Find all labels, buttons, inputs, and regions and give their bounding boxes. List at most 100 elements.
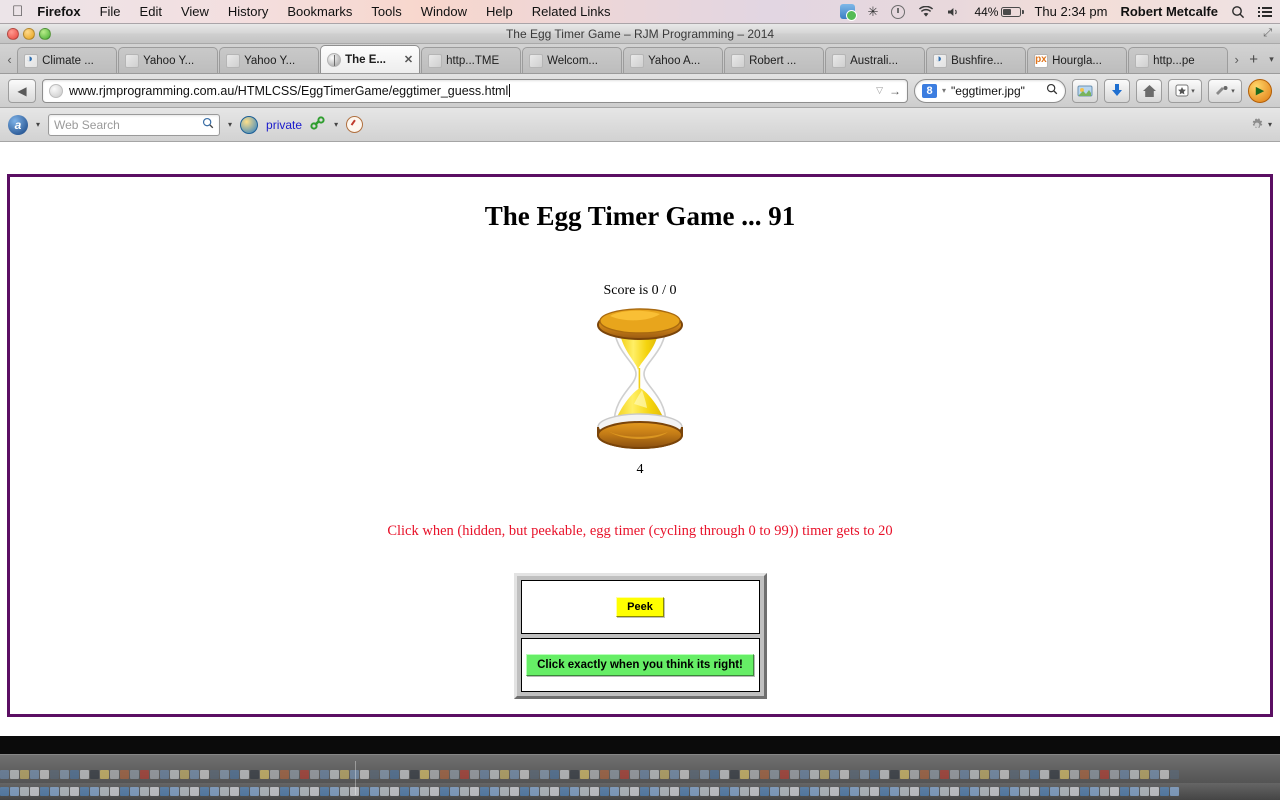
dock-item[interactable] — [1090, 770, 1099, 779]
dock-item[interactable] — [10, 770, 19, 779]
dock-item[interactable] — [540, 770, 549, 779]
dock-item[interactable] — [450, 770, 459, 779]
menu-item-help[interactable]: Help — [486, 4, 513, 19]
dock-item[interactable] — [1040, 770, 1049, 779]
tab-bushfire[interactable]: Bushfire... — [926, 47, 1027, 73]
tab-egg-timer-game[interactable]: The E... ✕ — [320, 45, 421, 73]
dock-item[interactable] — [110, 770, 119, 779]
dock-item[interactable] — [880, 770, 889, 779]
time-machine-icon[interactable] — [891, 4, 906, 19]
dock-item[interactable] — [80, 770, 89, 779]
dock-item[interactable] — [340, 770, 349, 779]
dock-item[interactable] — [560, 770, 569, 779]
dock-item[interactable] — [570, 770, 579, 779]
dock-item[interactable] — [730, 770, 739, 779]
dock-item[interactable] — [430, 770, 439, 779]
dock-item[interactable] — [150, 770, 159, 779]
dock-item[interactable] — [1170, 770, 1179, 779]
downloads-icon[interactable] — [1104, 78, 1130, 103]
menu-item-history[interactable]: History — [228, 4, 268, 19]
chevron-down-icon[interactable]: ▾ — [228, 120, 232, 129]
new-tab-button[interactable]: + — [1244, 45, 1263, 73]
private-link[interactable]: private — [266, 118, 302, 132]
dock-item[interactable] — [650, 770, 659, 779]
dock-item[interactable] — [630, 770, 639, 779]
dock-item[interactable] — [620, 770, 629, 779]
dock-item[interactable] — [920, 770, 929, 779]
back-button[interactable]: ◀ — [8, 78, 36, 103]
dock-item[interactable] — [900, 770, 909, 779]
dock-item[interactable] — [770, 770, 779, 779]
mac-dock[interactable] — [0, 754, 1280, 800]
dock-item[interactable] — [970, 770, 979, 779]
dock-item[interactable] — [690, 770, 699, 779]
volume-icon[interactable] — [947, 6, 961, 18]
tab-scroll-left-button[interactable]: ‹ — [2, 45, 17, 73]
addons-icon[interactable]: ▾ — [1208, 78, 1242, 103]
apple-icon[interactable]:  — [12, 4, 23, 19]
dock-item[interactable] — [530, 770, 539, 779]
dock-item[interactable] — [380, 770, 389, 779]
dock-item[interactable] — [800, 770, 809, 779]
menu-item-tools[interactable]: Tools — [371, 4, 401, 19]
dock-item[interactable] — [660, 770, 669, 779]
chevron-down-icon[interactable]: ▽ — [876, 85, 883, 96]
dock-item[interactable] — [680, 770, 689, 779]
dock-item[interactable] — [910, 770, 919, 779]
dock-item[interactable] — [600, 770, 609, 779]
dock-item[interactable] — [130, 770, 139, 779]
link-icon[interactable] — [310, 116, 326, 133]
dock-item[interactable] — [490, 770, 499, 779]
dock-item[interactable] — [60, 770, 69, 779]
address-bar[interactable]: www.rjmprogramming.com.au/HTMLCSS/EggTim… — [42, 78, 908, 103]
search-bar[interactable]: 8 ▾ "eggtimer.jpg" — [914, 78, 1066, 103]
notification-center-icon[interactable] — [1258, 6, 1272, 18]
dock-item[interactable] — [1060, 770, 1069, 779]
google-icon[interactable]: 8 — [922, 83, 937, 98]
home-icon[interactable] — [1136, 78, 1162, 103]
dock-item[interactable] — [200, 770, 209, 779]
dock-item[interactable] — [510, 770, 519, 779]
tab-yahoo-2[interactable]: Yahoo Y... — [219, 47, 320, 73]
tab-http-pe[interactable]: http...pe — [1128, 47, 1229, 73]
tab-hourglass[interactable]: Hourgla... — [1027, 47, 1128, 73]
dock-item[interactable] — [180, 770, 189, 779]
tab-yahoo-1[interactable]: Yahoo Y... — [118, 47, 219, 73]
dock-item[interactable] — [1030, 770, 1039, 779]
close-window-button[interactable] — [7, 28, 19, 40]
dock-item[interactable] — [1130, 770, 1139, 779]
dock-item[interactable] — [360, 770, 369, 779]
dock-item[interactable] — [50, 770, 59, 779]
search-icon[interactable] — [202, 117, 214, 132]
menu-item-bookmarks[interactable]: Bookmarks — [287, 4, 352, 19]
dock-item[interactable] — [750, 770, 759, 779]
dock-item[interactable] — [20, 770, 29, 779]
dock-item[interactable] — [1150, 770, 1159, 779]
dock-item[interactable] — [390, 770, 399, 779]
dock-item[interactable] — [120, 770, 129, 779]
dropbox-icon[interactable] — [839, 4, 857, 21]
search-icon[interactable] — [1231, 5, 1245, 19]
dock-item[interactable] — [890, 770, 899, 779]
dock-item[interactable] — [550, 770, 559, 779]
menu-item-related-links[interactable]: Related Links — [532, 4, 611, 19]
dock-item[interactable] — [330, 770, 339, 779]
user-name[interactable]: Robert Metcalfe — [1120, 4, 1218, 19]
bluetooth-icon[interactable]: ✳ — [868, 4, 879, 20]
dock-item[interactable] — [710, 770, 719, 779]
dock-item[interactable] — [260, 770, 269, 779]
dock-item[interactable] — [300, 770, 309, 779]
dock-item[interactable] — [400, 770, 409, 779]
dock-item[interactable] — [240, 770, 249, 779]
dock-item[interactable] — [290, 770, 299, 779]
dock-item[interactable] — [320, 770, 329, 779]
dock-item[interactable] — [720, 770, 729, 779]
dock-item[interactable] — [1100, 770, 1109, 779]
dock-item[interactable] — [820, 770, 829, 779]
dock-item[interactable] — [190, 770, 199, 779]
dock-item[interactable] — [1160, 770, 1169, 779]
dock-item[interactable] — [30, 770, 39, 779]
wifi-icon[interactable] — [918, 5, 934, 18]
dock-item[interactable] — [220, 770, 229, 779]
dock-item[interactable] — [250, 770, 259, 779]
